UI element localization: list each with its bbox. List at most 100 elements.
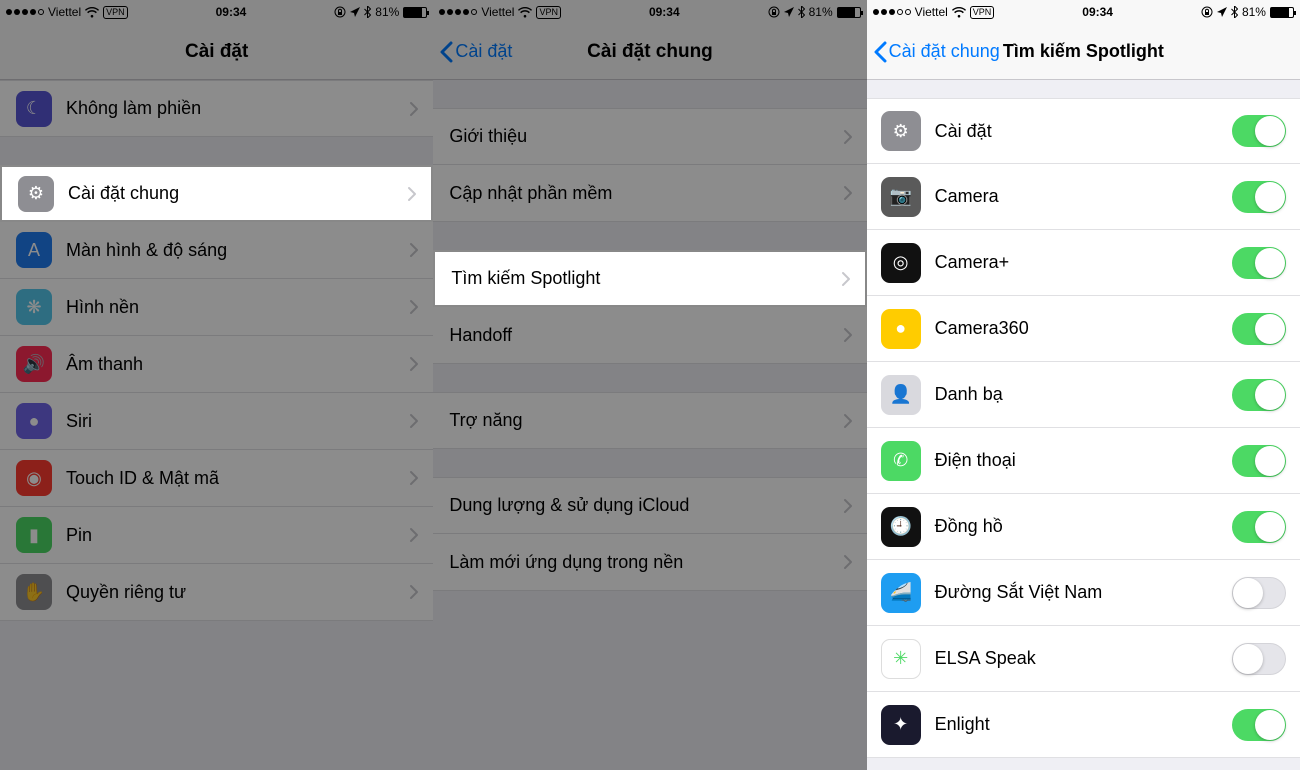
toggle-switch[interactable] [1232, 643, 1286, 675]
general-list: Giới thiệu Cập nhật phần mềm Tìm kiếm Spot… [433, 80, 866, 770]
toggle-switch[interactable] [1232, 709, 1286, 741]
app-icon: ◎ [881, 243, 921, 283]
spotlight-row: ✦ Enlight [867, 692, 1300, 758]
row-label: Cài đặt chung [68, 183, 407, 204]
row-label: Camera+ [935, 252, 1232, 273]
settings-row[interactable]: 🔊Âm thanh [0, 336, 433, 393]
row-icon: ● [16, 403, 52, 439]
settings-row[interactable]: ⚙Cài đặt chung [0, 165, 433, 222]
general-row[interactable]: Handoff [433, 307, 866, 364]
row-label: Điện thoại [935, 450, 1232, 471]
vpn-badge: VPN [970, 6, 995, 19]
vpn-badge: VPN [103, 6, 128, 19]
toggle-switch[interactable] [1232, 115, 1286, 147]
status-time: 09:34 [1082, 5, 1113, 19]
toggle-switch[interactable] [1232, 445, 1286, 477]
row-icon: ✋ [16, 574, 52, 610]
app-icon: ⚙ [881, 111, 921, 151]
toggle-switch[interactable] [1232, 247, 1286, 279]
general-row[interactable]: Dung lượng & sử dụng iCloud [433, 477, 866, 534]
toggle-switch[interactable] [1232, 379, 1286, 411]
general-row[interactable]: Giới thiệu [433, 108, 866, 165]
spotlight-row: ◎ Camera+ [867, 230, 1300, 296]
settings-row[interactable]: ▮Pin [0, 507, 433, 564]
row-label: Enlight [935, 714, 1232, 735]
wifi-icon [518, 7, 532, 18]
back-button[interactable]: Cài đặt chung [873, 41, 1000, 63]
status-bar: Viettel VPN 09:34 81% [0, 0, 433, 24]
app-icon: ✆ [881, 441, 921, 481]
settings-row[interactable]: ✋Quyền riêng tư [0, 564, 433, 621]
status-bar: Viettel VPN 09:34 81% [867, 0, 1300, 24]
rotation-lock-icon [334, 6, 346, 18]
chevron-right-icon [409, 470, 419, 486]
settings-row[interactable]: AMàn hình & độ sáng [0, 222, 433, 279]
row-icon: 🔊 [16, 346, 52, 382]
bluetooth-icon [1231, 6, 1238, 18]
row-label: Đồng hồ [935, 516, 1232, 537]
settings-row[interactable]: ◉ Touch ID & Mật mã [0, 450, 433, 507]
general-row[interactable]: Tìm kiếm Spotlight [433, 250, 866, 307]
general-row[interactable]: Trợ năng [433, 392, 866, 449]
app-icon: ✳ [881, 639, 921, 679]
row-label: ELSA Speak [935, 648, 1232, 669]
row-icon: ❋ [16, 289, 52, 325]
app-icon: ● [881, 309, 921, 349]
settings-row[interactable]: ❋Hình nền [0, 279, 433, 336]
chevron-right-icon [843, 129, 853, 145]
spotlight-row: 👤 Danh bạ [867, 362, 1300, 428]
spotlight-row: 🚄Đường Sắt Việt Nam [867, 560, 1300, 626]
nav-bar: Cài đặt chung Tìm kiếm Spotlight [867, 24, 1300, 80]
toggle-switch[interactable] [1232, 577, 1286, 609]
app-icon: ✦ [881, 705, 921, 745]
signal-strength-icon [873, 9, 911, 15]
spotlight-row: ✆ Điện thoại [867, 428, 1300, 494]
toggle-switch[interactable] [1232, 511, 1286, 543]
vpn-badge: VPN [536, 6, 561, 19]
row-label: Handoff [449, 325, 842, 346]
bluetooth-icon [364, 6, 371, 18]
row-label: Touch ID & Mật mã [66, 468, 409, 489]
battery-pct: 81% [375, 5, 399, 19]
chevron-right-icon [409, 242, 419, 258]
row-label: Danh bạ [935, 384, 1232, 405]
nav-bar: Cài đặt Cài đặt chung [433, 24, 866, 80]
row-label: Cập nhật phần mềm [449, 183, 842, 204]
back-button[interactable]: Cài đặt [439, 41, 512, 63]
spotlight-row: ✳ ELSA Speak [867, 626, 1300, 692]
signal-strength-icon [6, 9, 44, 15]
app-icon: 📷 [881, 177, 921, 217]
toggle-switch[interactable] [1232, 313, 1286, 345]
general-row[interactable]: Cập nhật phần mềm [433, 165, 866, 222]
signal-strength-icon [439, 9, 477, 15]
row-label: Tìm kiếm Spotlight [451, 268, 840, 289]
back-label: Cài đặt [455, 41, 512, 62]
chevron-right-icon [409, 101, 419, 117]
wifi-icon [85, 7, 99, 18]
row-icon: ◉ [16, 460, 52, 496]
settings-row[interactable]: ☾Không làm phiền [0, 80, 433, 137]
chevron-right-icon [409, 527, 419, 543]
location-icon [784, 7, 794, 17]
row-label: Camera [935, 186, 1232, 207]
wifi-icon [952, 7, 966, 18]
app-icon: 🕘 [881, 507, 921, 547]
toggle-switch[interactable] [1232, 181, 1286, 213]
row-label: Dung lượng & sử dụng iCloud [449, 495, 842, 516]
settings-row[interactable]: ●Siri [0, 393, 433, 450]
chevron-right-icon [409, 413, 419, 429]
nav-bar: Cài đặt [0, 24, 433, 80]
battery-pct: 81% [809, 5, 833, 19]
back-label: Cài đặt chung [889, 41, 1000, 62]
chevron-right-icon [843, 327, 853, 343]
chevron-right-icon [843, 185, 853, 201]
row-label: Cài đặt [935, 121, 1232, 142]
battery-pct: 81% [1242, 5, 1266, 19]
general-row[interactable]: Làm mới ứng dụng trong nền [433, 534, 866, 591]
row-icon: A [16, 232, 52, 268]
app-icon: 👤 [881, 375, 921, 415]
carrier-label: Viettel [48, 5, 81, 19]
battery-icon [403, 7, 427, 18]
battery-icon [837, 7, 861, 18]
page-title: Tìm kiếm Spotlight [1003, 41, 1164, 62]
